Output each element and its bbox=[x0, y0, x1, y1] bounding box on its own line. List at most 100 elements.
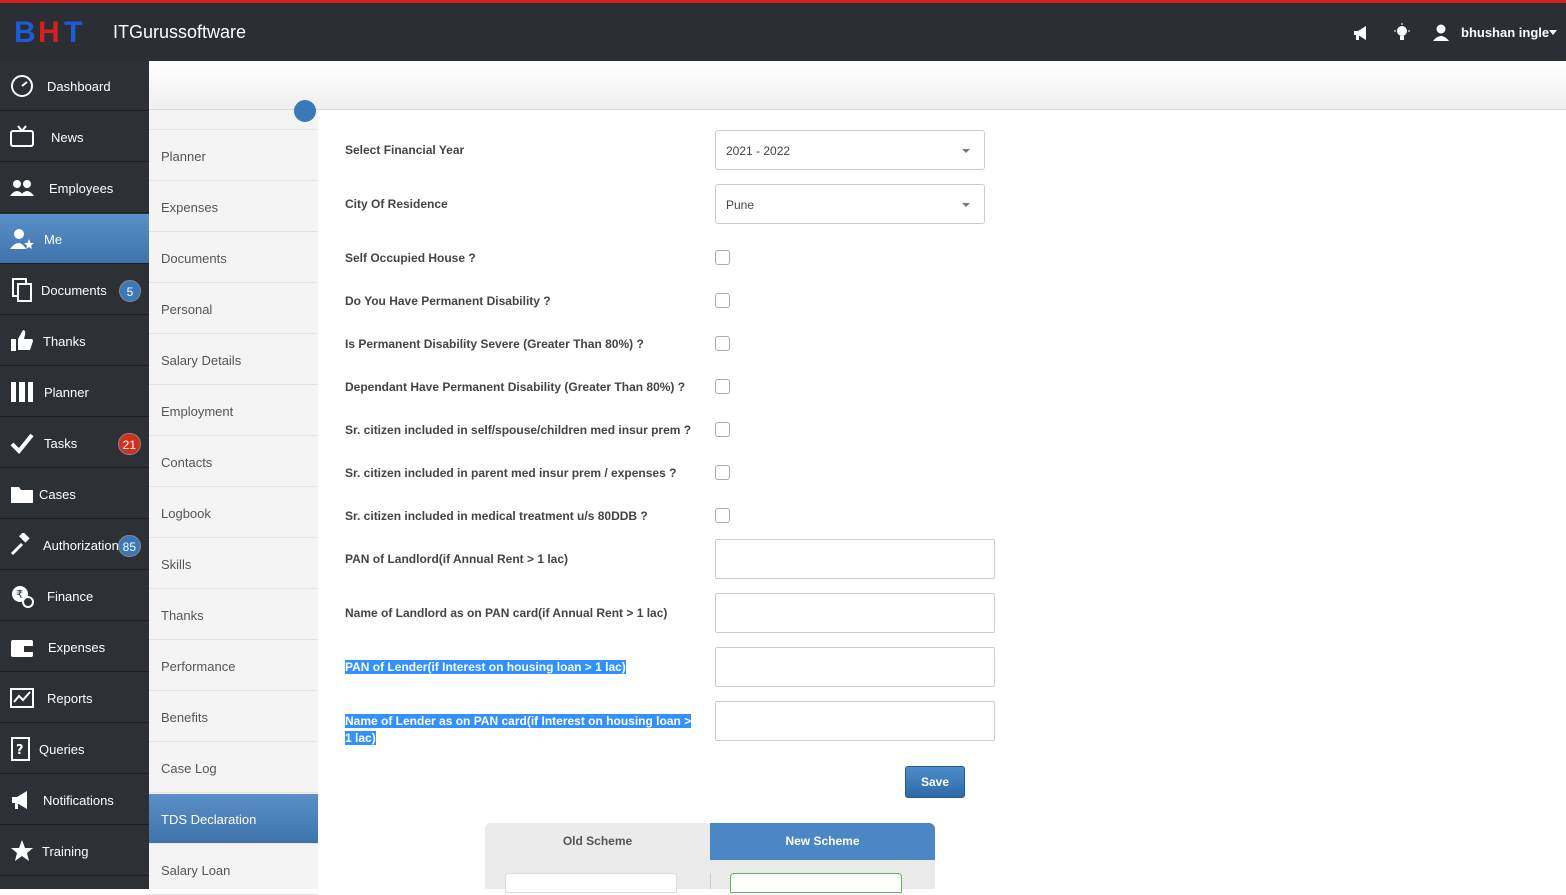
sidebar-item-label: Training bbox=[42, 844, 89, 859]
pan-lender-input[interactable] bbox=[715, 647, 995, 687]
sidebar-item-tasks[interactable]: Tasks 21 bbox=[0, 418, 149, 468]
pan-landlord-label: PAN of Landlord(if Annual Rent > 1 lac) bbox=[345, 552, 569, 566]
sidebar-item-finance[interactable]: ₹ Finance bbox=[0, 571, 149, 621]
sidebar-item-employees[interactable]: Employees bbox=[0, 163, 149, 213]
me-submenu: Planner Expenses Documents Personal Sala… bbox=[149, 100, 318, 895]
star-icon bbox=[11, 840, 33, 861]
submenu-item-benefits[interactable]: Benefits bbox=[149, 692, 318, 742]
scheme-panel: Old Scheme New Scheme bbox=[485, 823, 935, 893]
tab-new-scheme[interactable]: New Scheme bbox=[710, 823, 935, 860]
lightbulb-icon[interactable] bbox=[1392, 23, 1412, 43]
sidebar-item-me[interactable]: Me bbox=[0, 214, 149, 264]
submenu-item-employment[interactable]: Employment bbox=[149, 386, 318, 436]
submenu-item-planner[interactable]: Planner bbox=[149, 131, 318, 181]
sidebar-item-label: Reports bbox=[47, 691, 93, 706]
pan-landlord-input[interactable] bbox=[715, 539, 995, 579]
lender-name-input[interactable] bbox=[715, 701, 995, 741]
sidebar-item-news[interactable]: News bbox=[0, 112, 149, 162]
gavel-icon bbox=[10, 533, 30, 556]
sidebar-item-authorizations[interactable]: Authorizations 85 bbox=[0, 520, 149, 570]
financial-year-label: Select Financial Year bbox=[345, 143, 465, 157]
financial-year-select[interactable]: 2021 - 2022 bbox=[715, 130, 985, 170]
self-occupied-checkbox[interactable] bbox=[715, 250, 730, 265]
submenu-item-salary-details[interactable]: Salary Details bbox=[149, 335, 318, 385]
sidebar-item-queries[interactable]: ? Queries bbox=[0, 724, 149, 774]
sidebar-item-label: Documents bbox=[41, 283, 107, 298]
sidebar-item-training[interactable]: Training bbox=[0, 826, 149, 876]
sidebar-item-planner[interactable]: Planner bbox=[0, 367, 149, 417]
submenu-item-label: Planner bbox=[161, 149, 206, 164]
svg-text:H: H bbox=[38, 16, 60, 46]
sr-citizen-self-checkbox[interactable] bbox=[715, 422, 730, 437]
sr-citizen-self-label: Sr. citizen included in self/spouse/chil… bbox=[345, 423, 692, 437]
self-occupied-label: Self Occupied House ? bbox=[345, 251, 476, 265]
submenu-item-logbook[interactable]: Logbook bbox=[149, 488, 318, 538]
landlord-name-input[interactable] bbox=[715, 593, 995, 633]
submenu-item-thanks[interactable]: Thanks bbox=[149, 590, 318, 640]
submenu-item-label: Expenses bbox=[161, 200, 219, 215]
sidebar-item-label: Dashboard bbox=[47, 79, 111, 94]
sidebar-item-documents[interactable]: Documents 5 bbox=[0, 265, 149, 315]
sidebar-item-cases[interactable]: Cases bbox=[0, 469, 149, 519]
save-button[interactable]: Save bbox=[905, 766, 965, 798]
city-label: City Of Residence bbox=[345, 197, 448, 211]
submenu-item-label: Employment bbox=[161, 404, 234, 419]
user-icon[interactable] bbox=[1431, 23, 1451, 43]
svg-text:?: ? bbox=[16, 743, 24, 758]
caret-down-icon[interactable] bbox=[1549, 30, 1557, 35]
brand-logo[interactable]: B H T bbox=[14, 16, 104, 46]
tab-old-scheme[interactable]: Old Scheme bbox=[485, 823, 710, 860]
submenu-item-label: Case Log bbox=[161, 761, 217, 776]
submenu-item-label: Salary Details bbox=[161, 353, 242, 368]
new-scheme-box bbox=[730, 873, 902, 893]
sidebar-item-reports[interactable]: Reports bbox=[0, 673, 149, 723]
megaphone-icon bbox=[12, 791, 27, 809]
sidebar-item-label: Planner bbox=[44, 385, 89, 400]
permanent-disability-checkbox[interactable] bbox=[715, 293, 730, 308]
sr-citizen-parent-checkbox[interactable] bbox=[715, 465, 730, 480]
submenu-item-documents[interactable]: Documents bbox=[149, 233, 318, 283]
user-name[interactable]: bhushan ingle bbox=[1461, 25, 1549, 40]
pan-lender-label: PAN of Lender(if Interest on housing loa… bbox=[345, 659, 700, 676]
dependant-disability-checkbox[interactable] bbox=[715, 379, 730, 394]
submenu-item-personal[interactable]: Personal bbox=[149, 284, 318, 334]
submenu-item-contacts[interactable]: Contacts bbox=[149, 437, 318, 487]
submenu-item-label: Contacts bbox=[161, 455, 213, 470]
disability-severe-checkbox[interactable] bbox=[715, 336, 730, 351]
dashboard-icon bbox=[11, 75, 33, 97]
city-select[interactable]: Pune bbox=[715, 184, 985, 224]
sidebar-item-label: Me bbox=[44, 232, 63, 247]
submenu-item-label: Performance bbox=[161, 659, 236, 674]
permanent-disability-label: Do You Have Permanent Disability ? bbox=[345, 294, 551, 308]
submenu-item-label: Logbook bbox=[161, 506, 211, 521]
megaphone-icon[interactable] bbox=[1352, 23, 1372, 43]
chevron-down-icon bbox=[962, 203, 970, 207]
sidebar-item-notifications[interactable]: Notifications bbox=[0, 775, 149, 825]
chart-icon bbox=[10, 688, 34, 708]
old-scheme-box bbox=[505, 873, 677, 893]
svg-text:T: T bbox=[64, 16, 82, 46]
submenu-item-label: Salary Loan bbox=[161, 863, 231, 878]
sidebar-item-dashboard[interactable]: Dashboard bbox=[0, 61, 149, 111]
sidebar-item-label: News bbox=[51, 130, 84, 145]
submenu-item-tds-declaration[interactable]: TDS Declaration bbox=[149, 794, 318, 844]
submenu-item-salary-loan[interactable]: Salary Loan bbox=[149, 845, 318, 895]
sr-citizen-80ddb-checkbox[interactable] bbox=[715, 508, 730, 523]
authorizations-badge: 85 bbox=[117, 535, 141, 557]
submenu-item-case-log[interactable]: Case Log bbox=[149, 743, 318, 793]
planner-icon bbox=[11, 382, 33, 402]
submenu-item-skills[interactable]: Skills bbox=[149, 539, 318, 589]
sidebar-item-label: Thanks bbox=[43, 334, 86, 349]
pan-lender-label-text: PAN of Lender(if Interest on housing loa… bbox=[345, 660, 626, 674]
submenu-item-performance[interactable]: Performance bbox=[149, 641, 318, 691]
dependant-disability-label: Dependant Have Permanent Disability (Gre… bbox=[345, 380, 686, 394]
sidebar-item-thanks[interactable]: Thanks bbox=[0, 316, 149, 366]
user-star-icon bbox=[10, 229, 34, 249]
submenu-item-expenses[interactable]: Expenses bbox=[149, 182, 318, 232]
chevron-down-icon bbox=[962, 149, 970, 153]
sidebar-item-expenses[interactable]: Expenses bbox=[0, 622, 149, 672]
check-icon bbox=[10, 433, 34, 454]
submenu-item-label: Skills bbox=[161, 557, 192, 572]
lender-name-label: Name of Lender as on PAN card(if Interes… bbox=[345, 713, 695, 747]
sidebar-item-label: Cases bbox=[39, 487, 76, 502]
